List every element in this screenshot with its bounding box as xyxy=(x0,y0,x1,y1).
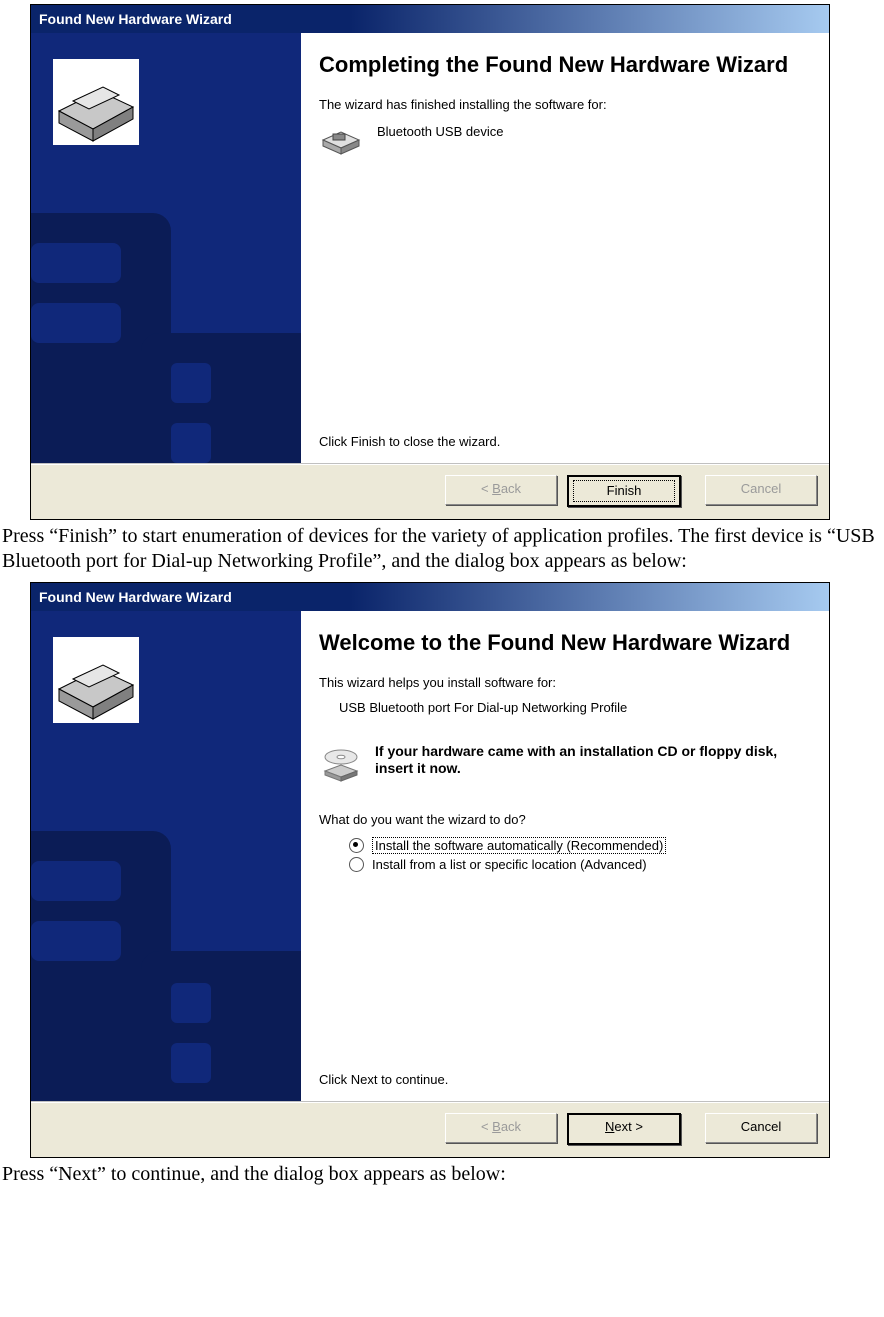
next-post: ext > xyxy=(614,1119,643,1134)
back-post: ack xyxy=(501,1119,521,1134)
device-row: Bluetooth USB device xyxy=(319,122,807,161)
wizard-heading: Completing the Found New Hardware Wizard xyxy=(319,51,807,79)
radio-auto-row[interactable]: Install the software automatically (Reco… xyxy=(349,837,807,854)
finish-label: Finish xyxy=(607,479,642,503)
dialog-body: Welcome to the Found New Hardware Wizard… xyxy=(31,611,829,1102)
wizard-question: What do you want the wizard to do? xyxy=(319,812,807,827)
finish-focus-ring: Finish xyxy=(573,480,675,502)
back-button: < Back xyxy=(445,1113,557,1143)
dialog-welcome: Found New Hardware Wizard xyxy=(30,582,830,1158)
continue-instruction: Click Next to continue. xyxy=(319,1072,448,1087)
instruction-paragraph-1: Press “Finish” to start enumeration of d… xyxy=(0,524,884,578)
instruction-paragraph-2: Press “Next” to continue, and the dialog… xyxy=(0,1162,884,1191)
radio-auto-label: Install the software automatically (Reco… xyxy=(372,837,666,854)
dialog-body: Completing the Found New Hardware Wizard… xyxy=(31,33,829,464)
dialog-content: Completing the Found New Hardware Wizard… xyxy=(301,33,829,463)
helps-text: This wizard helps you install software f… xyxy=(319,675,807,690)
cd-row: If your hardware came with an installati… xyxy=(319,743,807,786)
usb-device-icon xyxy=(319,122,363,161)
cancel-button[interactable]: Cancel xyxy=(705,1113,817,1143)
back-mnemonic: B xyxy=(492,1119,501,1134)
wizard-side-art xyxy=(31,611,301,1101)
button-bar: < Back Finish Cancel xyxy=(31,464,829,519)
button-bar: < Back Next > Cancel xyxy=(31,1102,829,1157)
next-mnemonic: N xyxy=(605,1119,614,1134)
finish-button[interactable]: Finish xyxy=(567,475,681,507)
back-pre: < xyxy=(481,1119,492,1134)
device-name: USB Bluetooth port For Dial-up Networkin… xyxy=(339,700,807,715)
dialog-content: Welcome to the Found New Hardware Wizard… xyxy=(301,611,829,1101)
cancel-label: Cancel xyxy=(741,481,781,496)
titlebar[interactable]: Found New Hardware Wizard xyxy=(31,5,829,33)
back-button: < Back xyxy=(445,475,557,505)
wizard-side-art xyxy=(31,33,301,463)
titlebar[interactable]: Found New Hardware Wizard xyxy=(31,583,829,611)
finished-text: The wizard has finished installing the s… xyxy=(319,97,807,112)
radio-advanced-row[interactable]: Install from a list or specific location… xyxy=(349,857,807,872)
radio-advanced[interactable] xyxy=(349,857,364,872)
window-title: Found New Hardware Wizard xyxy=(39,11,232,27)
next-button[interactable]: Next > xyxy=(567,1113,681,1145)
close-instruction: Click Finish to close the wizard. xyxy=(319,434,500,449)
radio-auto[interactable] xyxy=(349,838,364,853)
window-title: Found New Hardware Wizard xyxy=(39,589,232,605)
radio-advanced-label: Install from a list or specific location… xyxy=(372,857,647,872)
cd-icon xyxy=(319,743,363,786)
cd-instruction: If your hardware came with an installati… xyxy=(375,743,807,778)
cancel-label: Cancel xyxy=(741,1119,781,1134)
cancel-button: Cancel xyxy=(705,475,817,505)
back-mnemonic: B xyxy=(492,481,501,496)
dialog-completing: Found New Hardware Wizard xyxy=(30,4,830,520)
device-name: Bluetooth USB device xyxy=(377,124,503,139)
wizard-heading: Welcome to the Found New Hardware Wizard xyxy=(319,629,807,657)
